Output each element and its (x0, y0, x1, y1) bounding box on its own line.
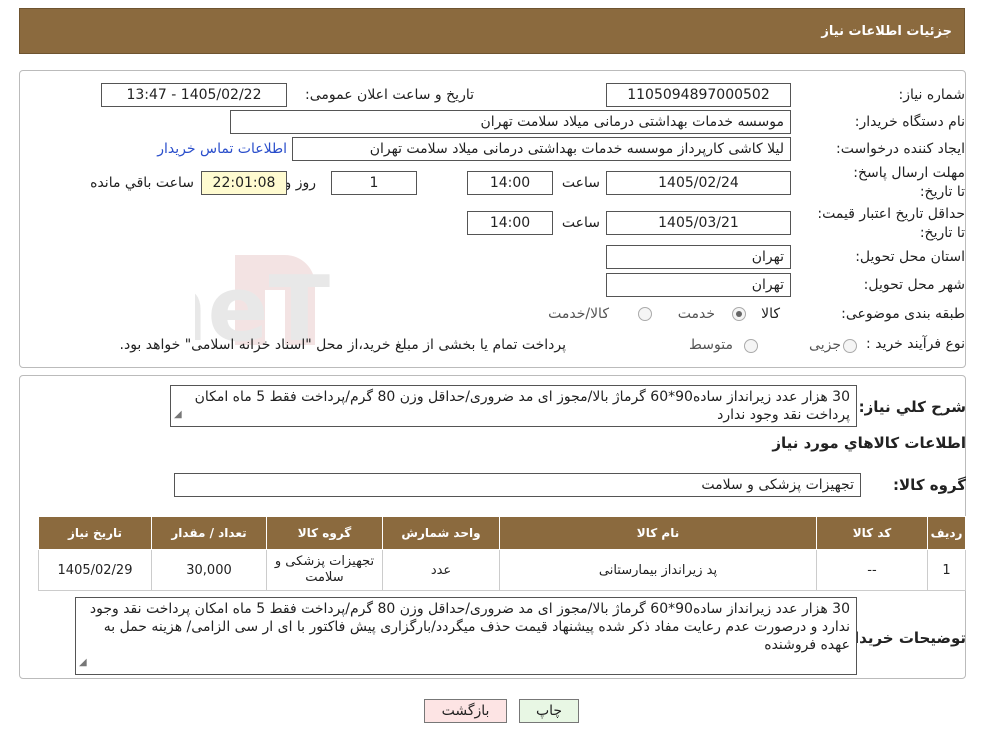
buyer-notes-text: 30 هزار عدد زیرانداز ساده90*60 گرماژ بال… (89, 601, 850, 653)
buyer-org-label: نام دستگاه خریدار: (854, 114, 965, 130)
col-quantity: تعداد / مقدار (151, 516, 267, 550)
col-item-name: نام کالا (499, 516, 817, 550)
category-radio-goods[interactable] (732, 307, 746, 321)
validity-label: حداقل تاریخ اعتبار قیمت: تا تاریخ: (817, 206, 965, 241)
cell-quantity: 30,000 (151, 549, 267, 591)
remaining-time-label: ساعت باقي مانده (90, 175, 194, 191)
process-label: نوع فرآیند خرید : (866, 336, 965, 352)
cell-item-name: پد زیرانداز بیمارستانی (499, 549, 817, 591)
process-option-medium-label: متوسط (689, 337, 733, 353)
validity-time-field: 14:00 (467, 211, 553, 235)
process-radio-medium[interactable] (744, 339, 758, 353)
print-button[interactable]: چاپ (519, 699, 579, 723)
category-option-goods-label: کالا (761, 306, 780, 322)
buyer-org-field: موسسه خدمات بهداشتی درمانی میلاد سلامت ت… (230, 110, 791, 134)
category-radio-service[interactable] (638, 307, 652, 321)
items-table: رديف کد کالا نام کالا واحد شمارش گروه کا… (38, 516, 966, 591)
city-field: تهران (606, 273, 791, 297)
cell-group: تجهیزات پزشکی و سلامت (266, 549, 383, 591)
buyer-notes-textarea[interactable]: 30 هزار عدد زیرانداز ساده90*60 گرماژ بال… (75, 597, 857, 675)
cell-row-number: 1 (927, 549, 966, 591)
process-radio-minor[interactable] (843, 339, 857, 353)
announce-date-field: 1405/02/22 - 13:47 (101, 83, 287, 107)
deadline-date-field: 1405/02/24 (606, 171, 791, 195)
days-remaining-field: 1 (331, 171, 417, 195)
buyer-notes-label: توضیحات خریدار: (839, 629, 966, 647)
process-option-minor-label: جزیی (809, 337, 841, 353)
validity-time-label: ساعت (561, 215, 600, 231)
deadline-label: مهلت ارسال پاسخ: تا تاریخ: (853, 165, 965, 200)
remaining-time-field: 22:01:08 (201, 171, 287, 195)
category-option-service-label: خدمت (677, 306, 715, 322)
col-row-number: رديف (927, 516, 966, 550)
buyer-contact-link[interactable]: اطلاعات تماس خریدار (157, 141, 287, 157)
cell-unit: عدد (382, 549, 500, 591)
resize-grip-icon[interactable]: ◢ (174, 406, 182, 424)
cell-need-date: 1405/02/29 (38, 549, 152, 591)
cell-item-code: -- (816, 549, 928, 591)
process-note: پرداخت تمام یا بخشی از مبلغ خرید،از محل … (119, 337, 566, 353)
description-label: شرح کلي نياز: (858, 398, 966, 416)
page-header: جزئیات اطلاعات نیاز (19, 8, 965, 54)
col-item-code: کد کالا (816, 516, 928, 550)
category-label: طبقه بندی موضوعی: (841, 306, 965, 322)
creator-label: ایجاد کننده درخواست: (836, 141, 965, 157)
col-need-date: تاريخ نياز (38, 516, 152, 550)
goods-group-field: تجهیزات پزشکی و سلامت (174, 473, 861, 497)
description-text: 30 هزار عدد زیرانداز ساده90*60 گرماژ بال… (194, 389, 850, 423)
items-section-title: اطلاعات کالاهاي مورد نياز (772, 434, 966, 452)
description-textarea[interactable]: 30 هزار عدد زیرانداز ساده90*60 گرماژ بال… (170, 385, 857, 427)
province-label: استان محل تحویل: (855, 249, 965, 265)
table-header-row: رديف کد کالا نام کالا واحد شمارش گروه کا… (38, 516, 966, 550)
category-option-both-label: کالا/خدمت (548, 306, 609, 322)
page-title: جزئیات اطلاعات نیاز (821, 24, 952, 39)
announce-label: تاریخ و ساعت اعلان عمومی: (305, 87, 474, 103)
need-number-field: 1105094897000502 (606, 83, 791, 107)
col-unit: واحد شمارش (382, 516, 500, 550)
city-label: شهر محل تحویل: (863, 277, 965, 293)
deadline-time-field: 14:00 (467, 171, 553, 195)
goods-group-label: گروه کالا: (893, 476, 966, 494)
table-row: 1 -- پد زیرانداز بیمارستانی عدد تجهیزات … (38, 549, 966, 591)
province-field: تهران (606, 245, 791, 269)
back-button[interactable]: بازگشت (424, 699, 507, 723)
need-number-label: شماره نیاز: (898, 87, 966, 103)
creator-field: لیلا کاشی کارپرداز موسسه خدمات بهداشتی د… (292, 137, 791, 161)
validity-date-field: 1405/03/21 (606, 211, 791, 235)
col-group: گروه کالا (266, 516, 383, 550)
deadline-time-label: ساعت (561, 175, 600, 191)
days-label: روز و (284, 175, 317, 191)
resize-grip-icon[interactable]: ◢ (79, 654, 87, 672)
